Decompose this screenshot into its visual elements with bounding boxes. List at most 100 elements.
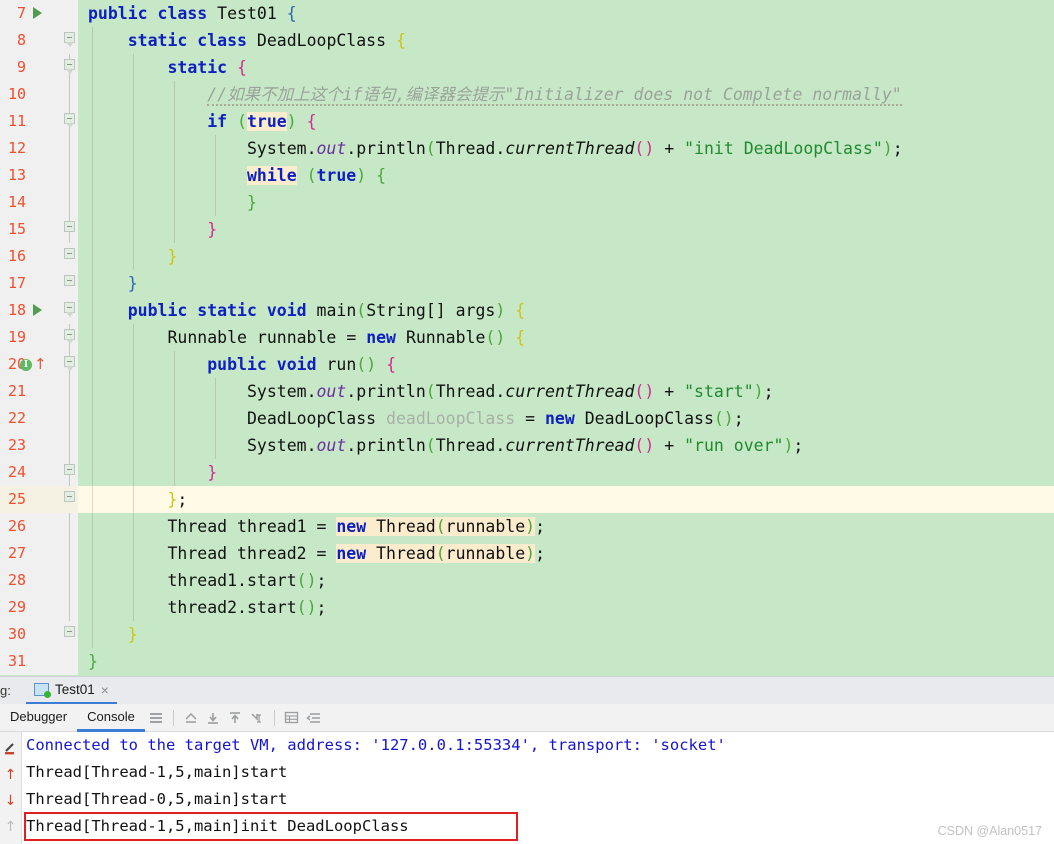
fold-column-13[interactable] [60,162,78,189]
code-editor[interactable]: 7 public class Test01 { 8 static class D… [0,0,1054,676]
gutter-7[interactable]: 7 [0,0,60,27]
code-line-16[interactable]: 16 } [0,243,1054,270]
fold-column-17[interactable] [60,270,78,297]
gutter-31[interactable]: 31 [0,648,60,675]
gutter-8[interactable]: 8 [0,27,60,54]
soft-wrap-up-icon[interactable]: ↑ [0,814,21,840]
code-line-20[interactable]: 20 I ↑ public void run() { [0,351,1054,378]
fold-column-11[interactable] [60,108,78,135]
gutter-14[interactable]: 14 [0,189,60,216]
fold-column-12[interactable] [60,135,78,162]
fold-column-20[interactable] [60,351,78,378]
gutter-30[interactable]: 30 [0,621,60,648]
run-gutter-icon[interactable] [33,7,42,19]
run-configuration-tab[interactable]: Test01 × [26,677,117,705]
fold-column-24[interactable] [60,459,78,486]
tab-console[interactable]: Console [77,704,145,732]
code-line-17[interactable]: 17 } [0,270,1054,297]
code-line-21[interactable]: 21 System.out.println(Thread.currentThre… [0,378,1054,405]
fold-column-22[interactable] [60,405,78,432]
code-line-31[interactable]: 31 } [0,648,1054,675]
menu-icon[interactable] [145,707,167,729]
gutter-18[interactable]: 18 [0,297,60,324]
gutter-12[interactable]: 12 [0,135,60,162]
gutter-24[interactable]: 24 [0,459,60,486]
fold-expand-icon[interactable] [64,626,75,637]
fold-column-29[interactable] [60,594,78,621]
gutter-11[interactable]: 11 [0,108,60,135]
fold-column-23[interactable] [60,432,78,459]
code-line-14[interactable]: 14 } [0,189,1054,216]
gutter-21[interactable]: 21 [0,378,60,405]
gutter-9[interactable]: 9 [0,54,60,81]
fold-column-25[interactable] [60,486,78,513]
gutter-23[interactable]: 23 [0,432,60,459]
gutter-22[interactable]: 22 [0,405,60,432]
gutter-20[interactable]: 20 I ↑ [0,351,60,378]
gutter-15[interactable]: 15 [0,216,60,243]
code-line-29[interactable]: 29 thread2.start(); [0,594,1054,621]
code-line-30[interactable]: 30 } [0,621,1054,648]
fold-column-27[interactable] [60,540,78,567]
fold-expand-icon[interactable] [64,491,75,502]
fold-expand-icon[interactable] [64,221,75,232]
gutter-16[interactable]: 16 [0,243,60,270]
fold-column-15[interactable] [60,216,78,243]
code-line-19[interactable]: 19 Runnable runnable = new Runnable() { [0,324,1054,351]
fold-column-16[interactable] [60,243,78,270]
previous-occurrence-icon[interactable]: ↑ [0,762,21,788]
fold-column-8[interactable] [60,27,78,54]
code-line-9[interactable]: 9 static { [0,54,1054,81]
gutter-13[interactable]: 13 [0,162,60,189]
code-line-22[interactable]: 22 DeadLoopClass deadLoopClass = new Dea… [0,405,1054,432]
code-line-8[interactable]: 8 static class DeadLoopClass { [0,27,1054,54]
soft-wrap-icon[interactable] [180,707,202,729]
code-line-12[interactable]: 12 System.out.println(Thread.currentThre… [0,135,1054,162]
highlight-pen-icon[interactable] [0,736,21,762]
gutter-19[interactable]: 19 [0,324,60,351]
gutter-17[interactable]: 17 [0,270,60,297]
fold-column-10[interactable] [60,81,78,108]
fold-column-9[interactable] [60,54,78,81]
fold-column-31[interactable] [60,648,78,675]
gutter-28[interactable]: 28 [0,567,60,594]
print-icon[interactable] [246,707,268,729]
code-line-27[interactable]: 27 Thread thread2 = new Thread(runnable)… [0,540,1054,567]
console-output-area[interactable]: ↑ ↓ ↑ Connected to the target VM, addres… [0,732,1054,844]
code-line-15[interactable]: 15 } [0,216,1054,243]
scroll-to-end-icon[interactable] [202,707,224,729]
code-line-18[interactable]: 18 public static void main(String[] args… [0,297,1054,324]
next-occurrence-icon[interactable]: ↓ [0,788,21,814]
code-line-7[interactable]: 7 public class Test01 { [0,0,1054,27]
code-line-23[interactable]: 23 System.out.println(Thread.currentThre… [0,432,1054,459]
gutter-10[interactable]: 10 [0,81,60,108]
gutter-26[interactable]: 26 [0,513,60,540]
fold-column-21[interactable] [60,378,78,405]
code-line-26[interactable]: 26 Thread thread1 = new Thread(runnable)… [0,513,1054,540]
gutter-25[interactable]: 25 [0,486,60,513]
implementation-gutter-icon[interactable]: I [20,359,32,371]
override-arrow-icon[interactable]: ↑ [34,355,47,373]
fold-column-14[interactable] [60,189,78,216]
code-line-11[interactable]: 11 if (true) { [0,108,1054,135]
close-icon[interactable]: × [101,682,109,698]
code-line-28[interactable]: 28 thread1.start(); [0,567,1054,594]
console-lines[interactable]: Connected to the target VM, address: '12… [22,732,1054,844]
run-gutter-icon[interactable] [33,304,42,316]
code-line-24[interactable]: 24 } [0,459,1054,486]
fold-column-28[interactable] [60,567,78,594]
fold-column-30[interactable] [60,621,78,648]
scroll-to-top-icon[interactable] [224,707,246,729]
gutter-29[interactable]: 29 [0,594,60,621]
fold-expand-icon[interactable] [64,275,75,286]
fold-column-18[interactable] [60,297,78,324]
code-line-10[interactable]: 10 //如果不加上这个if语句,编译器会提示"Initializer does… [0,81,1054,108]
fold-expand-icon[interactable] [64,464,75,475]
fold-column-19[interactable] [60,324,78,351]
gutter-27[interactable]: 27 [0,540,60,567]
settings-icon[interactable] [303,707,325,729]
code-line-13[interactable]: 13 while (true) { [0,162,1054,189]
fold-column-26[interactable] [60,513,78,540]
table-icon[interactable] [281,707,303,729]
fold-expand-icon[interactable] [64,248,75,259]
